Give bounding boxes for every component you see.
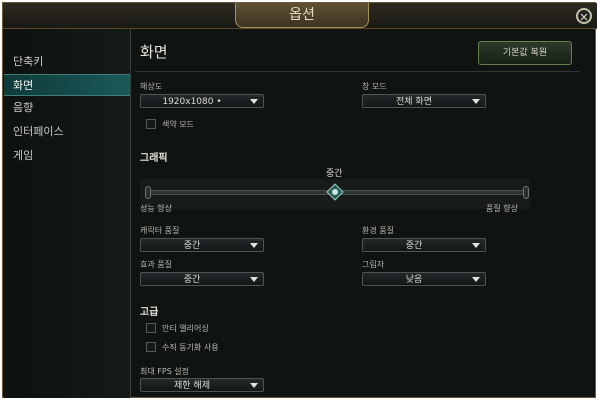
antialiasing-checkbox[interactable] [146,323,156,333]
fps-cap-value: 제한 해제 [174,381,210,391]
environment-quality-dropdown[interactable]: 중간 [362,238,486,252]
window-title: 옵션 [289,7,315,23]
title-plate: 옵션 [235,3,369,28]
graphics-slider-thumb[interactable] [326,183,344,201]
graphics-section-title: 그래픽 [140,153,168,164]
close-button[interactable]: ✕ [576,8,592,24]
slider-right-cap [523,186,529,199]
fps-cap-dropdown[interactable]: 제한 해제 [140,378,264,392]
environment-quality-value: 중간 [405,241,423,251]
window-mode-label: 창 모드 [362,82,387,91]
reset-defaults-button[interactable]: 기본값 복원 [478,41,572,65]
advanced-section-title: 고급 [140,307,159,318]
chevron-down-icon [250,243,258,248]
window-mode-dropdown[interactable]: 전체 화면 [362,94,486,108]
chevron-down-icon [250,99,258,104]
sidebar-item-hotkeys[interactable]: 단축키 [4,51,130,73]
character-quality-label: 캐릭터 품질 [140,226,180,235]
resolution-dropdown[interactable]: 1920x1080 • [140,94,264,108]
chevron-down-icon [250,277,258,282]
sidebar-item-display[interactable]: 화면 [4,74,130,96]
slider-left-cap [145,186,151,199]
effects-quality-label: 효과 품질 [140,260,172,269]
page-title: 화면 [140,43,168,61]
effects-quality-value: 중간 [183,275,201,285]
shadows-value: 낮음 [405,275,423,285]
display-settings-panel: 화면 기본값 복원 해상도 1920x1080 • 창 모드 전체 화면 색약 … [131,29,593,398]
title-bar: 옵션 ✕ [3,3,597,29]
sidebar: 단축키 화면 음향 인터페이스 게임 [4,29,131,398]
colorblind-label: 색약 모드 [162,120,194,129]
window-mode-value: 전체 화면 [396,97,432,107]
vsync-label: 수직 동기화 사용 [162,343,219,352]
options-window: 옵션 ✕ 단축키 화면 음향 인터페이스 게임 화면 기본값 복원 해상도 19… [2,2,597,398]
effects-quality-dropdown[interactable]: 중간 [140,272,264,286]
vsync-checkbox[interactable] [146,342,156,352]
slider-left-label: 성능 향상 [140,204,172,213]
resolution-label: 해상도 [140,82,163,91]
chevron-down-icon [472,277,480,282]
divider [135,71,580,72]
shadows-label: 그림자 [362,260,385,269]
chevron-down-icon [250,383,258,388]
resolution-value: 1920x1080 • [162,97,222,107]
character-quality-dropdown[interactable]: 중간 [140,238,264,252]
chevron-down-icon [472,99,480,104]
colorblind-checkbox[interactable] [146,119,156,129]
graphics-level-label: 중간 [326,169,343,179]
close-icon: ✕ [579,11,589,24]
sidebar-item-game[interactable]: 게임 [4,145,130,167]
shadows-dropdown[interactable]: 낮음 [362,272,486,286]
slider-right-label: 품질 향상 [486,204,518,213]
sidebar-item-interface[interactable]: 인터페이스 [4,121,130,143]
antialiasing-label: 안티 앨리어싱 [162,324,209,333]
sidebar-item-sound[interactable]: 음향 [4,97,130,119]
fps-cap-label: 최대 FPS 설정 [140,367,190,376]
character-quality-value: 중간 [183,241,201,251]
chevron-down-icon [472,243,480,248]
environment-quality-label: 환경 품질 [362,226,394,235]
